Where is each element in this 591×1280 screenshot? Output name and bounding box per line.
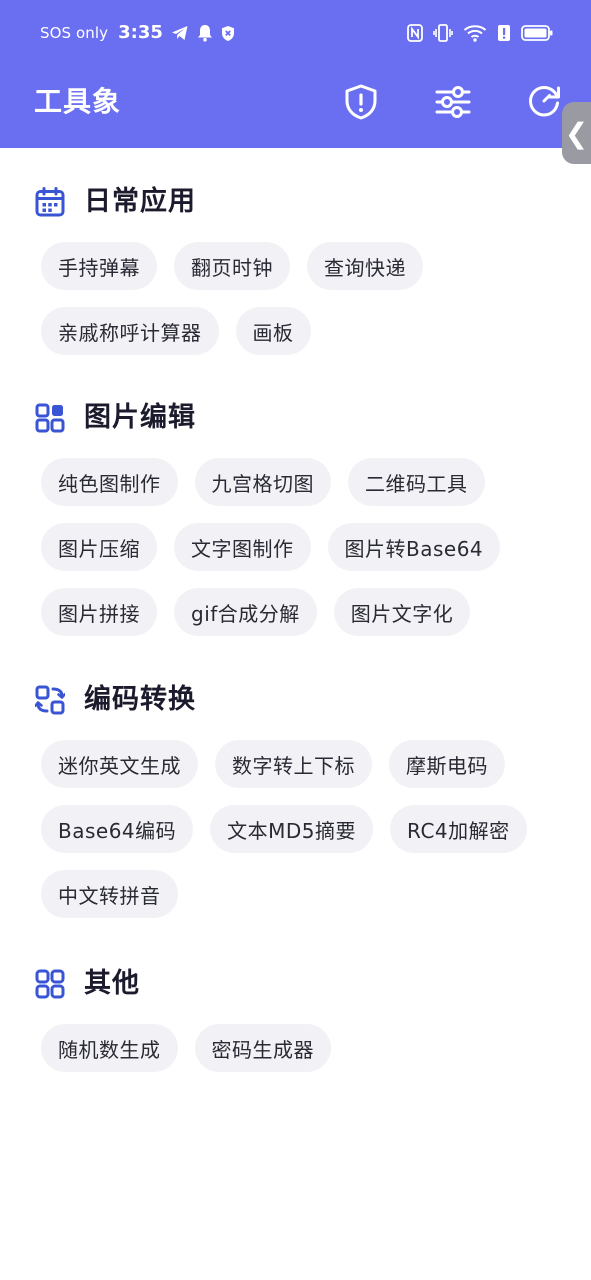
section-title: 编码转换 — [84, 684, 196, 715]
chip-group: 随机数生成 密码生成器 — [41, 1024, 571, 1072]
app-bar: 工具象 — [0, 64, 591, 148]
section-header: 其他 — [34, 964, 574, 1004]
status-bar: SOS only 3:35 — [0, 0, 591, 64]
section-header: 编码转换 — [34, 680, 574, 720]
calendar-icon — [34, 186, 66, 218]
tool-chip-handheld-barrage[interactable]: 手持弹幕 — [41, 242, 157, 290]
tool-chip-track-express[interactable]: 查询快递 — [307, 242, 423, 290]
apps-icon — [34, 968, 66, 1000]
convert-icon — [34, 684, 66, 716]
tool-chip-image-to-text[interactable]: 图片文字化 — [333, 588, 471, 636]
section-header: 日常应用 — [34, 182, 574, 222]
chip-group: 纯色图制作 九宫格切图 二维码工具 图片压缩 文字图制作 图片转Base64 图… — [41, 458, 571, 636]
tool-chip-nine-grid-cut[interactable]: 九宫格切图 — [194, 458, 331, 506]
tool-chip-gif-tool[interactable]: gif合成分解 — [174, 588, 317, 636]
bell-icon — [197, 24, 213, 42]
tool-chip-solid-color-image[interactable]: 纯色图制作 — [41, 458, 178, 506]
tool-chip-image-compress[interactable]: 图片压缩 — [41, 523, 157, 571]
battery-icon — [521, 24, 553, 42]
app-title: 工具象 — [34, 85, 122, 118]
section-encoding: 编码转换 迷你英文生成 数字转上下标 摩斯电码 Base64编码 文本MD5摘要… — [34, 680, 574, 918]
tool-chip-drawing-board[interactable]: 画板 — [235, 307, 311, 355]
tool-chip-qr-code[interactable]: 二维码工具 — [348, 458, 485, 506]
chevron-left-icon: ❮ — [564, 116, 589, 150]
tool-chip-random-number[interactable]: 随机数生成 — [41, 1024, 178, 1072]
tune-settings-icon[interactable] — [434, 83, 472, 121]
side-drawer-handle[interactable]: ❮ — [562, 102, 591, 164]
section-other: 其他 随机数生成 密码生成器 — [34, 964, 574, 1072]
section-title: 图片编辑 — [84, 402, 196, 433]
tool-chip-text-image[interactable]: 文字图制作 — [174, 523, 311, 571]
section-header: 图片编辑 — [34, 398, 574, 438]
status-left: SOS only 3:35 — [40, 20, 235, 46]
tool-chip-base64[interactable]: Base64编码 — [41, 805, 194, 853]
refresh-icon[interactable] — [526, 83, 564, 121]
status-right — [407, 20, 553, 46]
section-title: 日常应用 — [84, 186, 196, 217]
section-daily-apps: 日常应用 手持弹幕 翻页时钟 查询快递 亲戚称呼计算器 画板 — [34, 182, 574, 355]
chip-group: 迷你英文生成 数字转上下标 摩斯电码 Base64编码 文本MD5摘要 RC4加… — [41, 740, 571, 918]
chip-group: 手持弹幕 翻页时钟 查询快递 亲戚称呼计算器 画板 — [41, 242, 571, 355]
tool-chip-flip-clock[interactable]: 翻页时钟 — [174, 242, 290, 290]
section-title: 其他 — [84, 968, 140, 999]
nfc-icon — [407, 24, 423, 42]
wifi-icon — [463, 24, 487, 42]
shield-alert-icon[interactable] — [342, 83, 380, 121]
tool-chip-image-to-base64[interactable]: 图片转Base64 — [327, 523, 501, 571]
tool-chip-relative-calculator[interactable]: 亲戚称呼计算器 — [41, 307, 219, 355]
status-time: 3:35 — [118, 22, 163, 43]
section-image-editing: 图片编辑 纯色图制作 九宫格切图 二维码工具 图片压缩 文字图制作 图片转Bas… — [34, 398, 574, 636]
signal-alert-icon — [497, 24, 511, 42]
top-header: SOS only 3:35 工具象 — [0, 0, 591, 148]
tool-chip-password-generator[interactable]: 密码生成器 — [194, 1024, 331, 1072]
tool-chip-pinyin[interactable]: 中文转拼音 — [41, 870, 178, 918]
telegram-icon — [171, 25, 189, 41]
tool-chip-rc4[interactable]: RC4加解密 — [390, 805, 527, 853]
tool-chip-morse-code[interactable]: 摩斯电码 — [389, 740, 505, 788]
tool-chip-super-subscript[interactable]: 数字转上下标 — [215, 740, 372, 788]
tool-chip-image-stitch[interactable]: 图片拼接 — [41, 588, 157, 636]
tool-chip-md5[interactable]: 文本MD5摘要 — [210, 805, 374, 853]
shield-x-icon — [221, 25, 235, 42]
sos-text: SOS only — [40, 24, 109, 42]
tool-chip-mini-english[interactable]: 迷你英文生成 — [41, 740, 198, 788]
grid-icon — [34, 402, 66, 434]
vibrate-icon — [433, 24, 453, 42]
